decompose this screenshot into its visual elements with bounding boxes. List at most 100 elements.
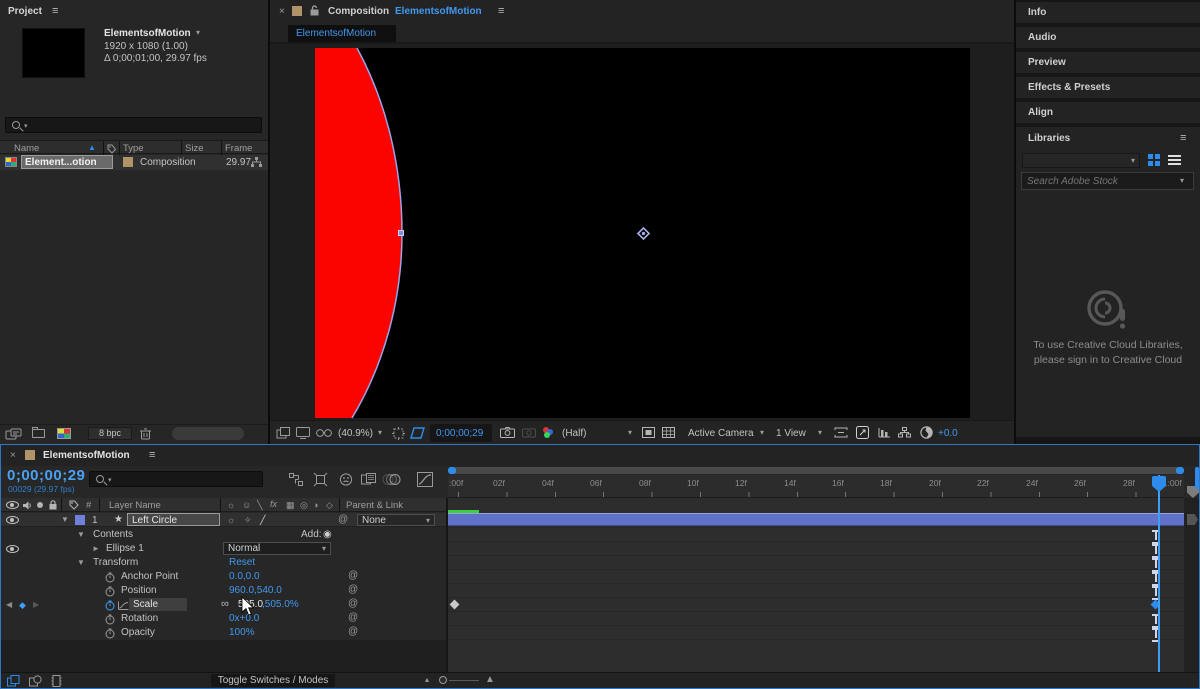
playhead-line[interactable]	[1158, 475, 1160, 672]
layer-color-swatch[interactable]	[75, 515, 85, 525]
mask-visibility-icon[interactable]	[410, 427, 425, 439]
keyframe-nav-next-icon[interactable]: ▶	[33, 600, 39, 609]
new-composition-icon[interactable]	[57, 428, 71, 439]
sort-ascending-icon[interactable]: ▲	[88, 143, 96, 152]
graph-toggle-icon[interactable]	[118, 601, 129, 610]
timeline-search-chevron-icon[interactable]: ▾	[108, 476, 112, 484]
stopwatch-icon[interactable]	[105, 572, 115, 583]
contents-label[interactable]: Contents	[93, 529, 133, 540]
contents-disclosure-icon[interactable]: ▼	[77, 530, 85, 539]
position-pickwhip-icon[interactable]: @	[348, 584, 358, 595]
stopwatch-icon[interactable]	[105, 614, 115, 625]
snapshot-camera-icon[interactable]	[500, 427, 515, 438]
contents-row[interactable]: ▼ Contents Add: ◉	[1, 528, 446, 542]
stopwatch-icon[interactable]	[105, 628, 115, 639]
trash-icon[interactable]	[140, 428, 151, 440]
fast-previews-icon[interactable]	[642, 427, 655, 438]
new-folder-icon[interactable]	[32, 429, 45, 438]
threed-switch-icon[interactable]: ◇	[326, 500, 333, 511]
graph-editor-icon[interactable]	[417, 472, 433, 487]
anchor-point-value[interactable]: 0.0,0.0	[229, 571, 260, 582]
preview-monitor-icon[interactable]	[296, 427, 310, 439]
time-navigator-bar[interactable]	[448, 467, 1184, 474]
project-col-size[interactable]: Size	[185, 143, 203, 154]
constrain-proportions-icon[interactable]: ∞	[221, 598, 229, 610]
exposure-value[interactable]: +0.0	[938, 428, 958, 439]
transform-disclosure-icon[interactable]: ▼	[77, 558, 85, 567]
panel-tab-audio[interactable]: Audio	[1016, 27, 1200, 48]
position-label[interactable]: Position	[121, 585, 157, 596]
timeline-close-icon[interactable]: ×	[10, 450, 16, 461]
scale-value-y[interactable]: ,505.0%	[262, 599, 299, 610]
frame-blending-icon[interactable]	[361, 473, 376, 486]
pixel-aspect-icon[interactable]	[856, 426, 869, 439]
parent-dropdown[interactable]: None ▾	[357, 514, 435, 526]
effects-switch-icon[interactable]: fx	[270, 499, 277, 509]
keyframe-nav-prev-icon[interactable]: ◀	[6, 600, 12, 609]
layer-row[interactable]: ▼ 1 ★ Left Circle ☼ ✧ ╱ @ None ▾	[1, 513, 446, 527]
zoom-in-icon[interactable]: ▲	[485, 674, 495, 685]
panel-tab-preview-label[interactable]: Preview	[1028, 57, 1066, 68]
composition-view[interactable]	[315, 48, 970, 418]
magnification-dropdown[interactable]: (40.9%)	[338, 428, 373, 439]
shy-switch-icon[interactable]: ☺	[242, 500, 251, 510]
magnification-chevron-icon[interactable]: ▾	[378, 428, 382, 437]
rotation-label[interactable]: Rotation	[121, 613, 158, 624]
layer-collapse-toggle[interactable]: ☼	[227, 515, 235, 525]
opacity-label[interactable]: Opacity	[121, 627, 155, 638]
opacity-value[interactable]: 100%	[229, 627, 255, 638]
vertical-scrollbar-thumb[interactable]	[1195, 467, 1199, 489]
panel-tab-audio-label[interactable]: Audio	[1028, 32, 1056, 43]
layer-disclosure-icon[interactable]: ▼	[61, 515, 69, 524]
collapse-switch-icon[interactable]: ☼	[227, 500, 235, 510]
transparency-grid-icon[interactable]	[662, 427, 675, 438]
transform-reset-link[interactable]: Reset	[229, 557, 255, 568]
timeline-tab-label[interactable]: ElementsofMotion	[43, 450, 130, 461]
stopwatch-icon-active[interactable]	[105, 600, 115, 611]
exposure-icon[interactable]	[920, 426, 933, 439]
share-view-icon[interactable]	[834, 427, 848, 438]
expand-transfer-icon[interactable]	[51, 675, 62, 687]
show-snapshot-icon[interactable]	[522, 427, 536, 438]
channel-colors-icon[interactable]	[542, 426, 554, 439]
flowchart-icon[interactable]	[898, 427, 911, 438]
layer-eye-icon[interactable]	[6, 516, 19, 524]
project-col-type[interactable]: Type	[123, 143, 144, 154]
anchor-pickwhip-icon[interactable]: @	[348, 570, 358, 581]
panel-tab-info-label[interactable]: Info	[1028, 7, 1046, 18]
libraries-select[interactable]: ▾	[1022, 153, 1140, 168]
panel-tab-align[interactable]: Align	[1016, 102, 1200, 123]
resolution-dropdown[interactable]: (Half)	[562, 428, 586, 439]
zoom-out-icon[interactable]: ▴	[425, 675, 429, 684]
layer-name[interactable]: Left Circle	[132, 515, 177, 526]
timeline-current-timecode[interactable]: 0;00;00;29	[7, 467, 85, 484]
position-value[interactable]: 960.0,540.0	[229, 585, 282, 596]
ellipse-eye-icon[interactable]	[6, 545, 19, 553]
ellipse-label[interactable]: Ellipse 1	[106, 543, 144, 554]
anchor-point-icon[interactable]	[636, 226, 651, 241]
layer-name-column-header[interactable]: Layer Name	[109, 500, 161, 511]
project-item-name-chevron-icon[interactable]: ▾	[196, 28, 200, 37]
stock-search-input[interactable]	[1027, 175, 1172, 188]
shape-path-handle[interactable]	[398, 230, 404, 236]
scale-label[interactable]: Scale	[133, 599, 158, 610]
label-column-icon[interactable]	[69, 500, 79, 510]
timeline-search-box[interactable]: ▾	[89, 471, 263, 487]
scale-row[interactable]: ◀ ◆ ▶ Scale ∞ 505.0 ,505.0% @	[1, 598, 446, 612]
panel-tab-info[interactable]: Info	[1016, 2, 1200, 23]
add-shape-icon[interactable]: ◉	[323, 529, 332, 540]
quality-switch-icon[interactable]: ╲	[257, 500, 262, 511]
transform-row[interactable]: ▼ Transform Reset	[1, 556, 446, 570]
panel-tab-align-label[interactable]: Align	[1028, 107, 1053, 118]
stopwatch-icon[interactable]	[105, 586, 115, 597]
motion-blur-switch-icon[interactable]: ◎	[300, 500, 308, 511]
shy-toggle-icon[interactable]	[339, 473, 353, 486]
keyframe-nav-add-icon[interactable]: ◆	[19, 600, 26, 611]
viewer-timecode[interactable]: 0;00;00;29	[436, 428, 483, 439]
time-navigator-start-handle[interactable]	[448, 467, 456, 474]
project-search-box[interactable]: ▾	[5, 117, 262, 133]
resolution-chevron-icon[interactable]: ▾	[628, 428, 632, 437]
project-item-name[interactable]: ElementsofMotion	[104, 28, 191, 39]
scale-pickwhip-icon[interactable]: @	[348, 598, 358, 609]
draft-3d-icon[interactable]	[313, 472, 328, 487]
